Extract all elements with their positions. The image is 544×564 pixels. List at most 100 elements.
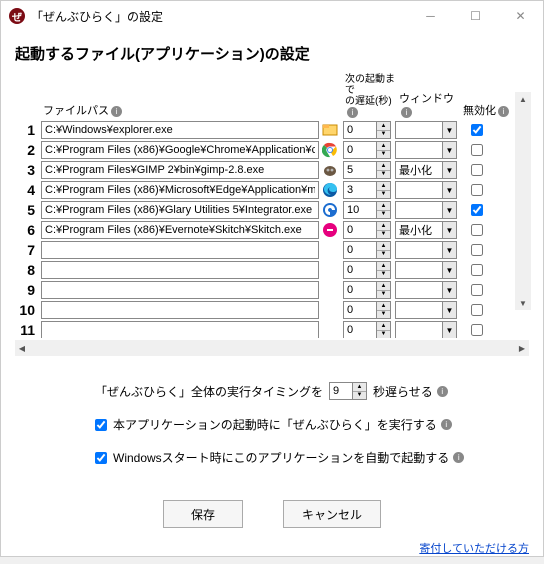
- chevron-up-icon[interactable]: ▲: [377, 182, 390, 191]
- scroll-right-icon[interactable]: ▶: [515, 342, 529, 354]
- filepath-input[interactable]: [41, 181, 319, 199]
- donate-link[interactable]: 寄付していただける方: [15, 540, 529, 556]
- delay-stepper[interactable]: 3▲▼: [343, 181, 391, 199]
- filepath-input[interactable]: [41, 221, 319, 239]
- chevron-down-icon[interactable]: ▼: [442, 282, 456, 298]
- delay-value[interactable]: 0: [344, 262, 376, 278]
- chevron-down-icon[interactable]: ▼: [377, 191, 390, 199]
- disable-checkbox[interactable]: [471, 184, 483, 196]
- chevron-up-icon[interactable]: ▲: [377, 262, 390, 271]
- scroll-up-icon[interactable]: ▲: [517, 92, 529, 106]
- disable-checkbox[interactable]: [471, 324, 483, 336]
- chevron-down-icon[interactable]: ▼: [377, 271, 390, 279]
- delay-value[interactable]: 0: [344, 222, 376, 238]
- window-select[interactable]: ▼: [395, 281, 457, 299]
- delay-value[interactable]: 0: [344, 302, 376, 318]
- window-select[interactable]: ▼: [395, 321, 457, 338]
- disable-checkbox[interactable]: [471, 224, 483, 236]
- delay-value[interactable]: 5: [344, 162, 376, 178]
- scroll-left-icon[interactable]: ◀: [15, 342, 29, 354]
- chevron-down-icon[interactable]: ▼: [442, 202, 456, 218]
- info-icon[interactable]: i: [111, 106, 122, 117]
- chevron-up-icon[interactable]: ▲: [377, 162, 390, 171]
- filepath-input[interactable]: [41, 261, 319, 279]
- filepath-input[interactable]: [41, 161, 319, 179]
- delay-stepper[interactable]: 0▲▼: [343, 301, 391, 319]
- window-select[interactable]: ▼: [395, 201, 457, 219]
- info-icon[interactable]: i: [437, 386, 448, 397]
- startup-checkbox[interactable]: [95, 452, 107, 464]
- timing-stepper[interactable]: 9 ▲▼: [329, 382, 367, 400]
- delay-value[interactable]: 10: [344, 202, 376, 218]
- disable-checkbox[interactable]: [471, 304, 483, 316]
- delay-stepper[interactable]: 0▲▼: [343, 221, 391, 239]
- delay-stepper[interactable]: 0▲▼: [343, 321, 391, 338]
- window-select[interactable]: ▼: [395, 181, 457, 199]
- filepath-input[interactable]: [41, 281, 319, 299]
- cancel-button[interactable]: キャンセル: [283, 500, 381, 528]
- chevron-down-icon[interactable]: ▼: [442, 162, 456, 178]
- chevron-down-icon[interactable]: ▼: [442, 222, 456, 238]
- delay-stepper[interactable]: 10▲▼: [343, 201, 391, 219]
- chevron-down-icon[interactable]: ▼: [377, 151, 390, 159]
- delay-stepper[interactable]: 0▲▼: [343, 241, 391, 259]
- chevron-down-icon[interactable]: ▼: [377, 331, 390, 339]
- chevron-up-icon[interactable]: ▲: [377, 282, 390, 291]
- chevron-up-icon[interactable]: ▲: [377, 202, 390, 211]
- info-icon[interactable]: i: [441, 419, 452, 430]
- disable-checkbox[interactable]: [471, 204, 483, 216]
- minimize-button[interactable]: ─: [408, 1, 453, 31]
- chevron-down-icon[interactable]: ▼: [442, 262, 456, 278]
- window-select[interactable]: ▼: [395, 261, 457, 279]
- delay-stepper[interactable]: 0▲▼: [343, 261, 391, 279]
- window-select[interactable]: 最小化▼: [395, 221, 457, 239]
- close-button[interactable]: ✕: [498, 1, 543, 31]
- window-select[interactable]: ▼: [395, 141, 457, 159]
- disable-checkbox[interactable]: [471, 264, 483, 276]
- filepath-input[interactable]: [41, 121, 319, 139]
- window-select[interactable]: 最小化▼: [395, 161, 457, 179]
- disable-checkbox[interactable]: [471, 284, 483, 296]
- delay-value[interactable]: 0: [344, 242, 376, 258]
- info-icon[interactable]: i: [347, 107, 358, 118]
- filepath-input[interactable]: [41, 321, 319, 338]
- chevron-up-icon[interactable]: ▲: [353, 383, 366, 392]
- chevron-up-icon[interactable]: ▲: [377, 302, 390, 311]
- chevron-down-icon[interactable]: ▼: [377, 231, 390, 239]
- delay-stepper[interactable]: 0▲▼: [343, 121, 391, 139]
- chevron-up-icon[interactable]: ▲: [377, 222, 390, 231]
- chevron-down-icon[interactable]: ▼: [353, 392, 366, 400]
- delay-value[interactable]: 0: [344, 122, 376, 138]
- info-icon[interactable]: i: [453, 452, 464, 463]
- chevron-up-icon[interactable]: ▲: [377, 322, 390, 331]
- timing-value[interactable]: 9: [330, 383, 352, 399]
- chevron-down-icon[interactable]: ▼: [377, 291, 390, 299]
- autorun-checkbox[interactable]: [95, 419, 107, 431]
- info-icon[interactable]: i: [498, 106, 509, 117]
- delay-value[interactable]: 3: [344, 182, 376, 198]
- disable-checkbox[interactable]: [471, 124, 483, 136]
- delay-value[interactable]: 0: [344, 142, 376, 158]
- chevron-down-icon[interactable]: ▼: [377, 171, 390, 179]
- chevron-up-icon[interactable]: ▲: [377, 142, 390, 151]
- horizontal-scrollbar[interactable]: ◀ ▶: [15, 340, 529, 356]
- vertical-scrollbar[interactable]: ▲ ▼: [515, 92, 531, 310]
- disable-checkbox[interactable]: [471, 244, 483, 256]
- filepath-input[interactable]: [41, 301, 319, 319]
- chevron-down-icon[interactable]: ▼: [377, 251, 390, 259]
- chevron-up-icon[interactable]: ▲: [377, 242, 390, 251]
- window-select[interactable]: ▼: [395, 301, 457, 319]
- save-button[interactable]: 保存: [163, 500, 243, 528]
- filepath-input[interactable]: [41, 241, 319, 259]
- delay-stepper[interactable]: 0▲▼: [343, 281, 391, 299]
- disable-checkbox[interactable]: [471, 164, 483, 176]
- chevron-up-icon[interactable]: ▲: [377, 122, 390, 131]
- delay-value[interactable]: 0: [344, 282, 376, 298]
- window-select[interactable]: ▼: [395, 241, 457, 259]
- scroll-down-icon[interactable]: ▼: [517, 296, 529, 310]
- chevron-down-icon[interactable]: ▼: [377, 211, 390, 219]
- info-icon[interactable]: i: [401, 107, 412, 118]
- maximize-button[interactable]: ☐: [453, 1, 498, 31]
- disable-checkbox[interactable]: [471, 144, 483, 156]
- delay-value[interactable]: 0: [344, 322, 376, 338]
